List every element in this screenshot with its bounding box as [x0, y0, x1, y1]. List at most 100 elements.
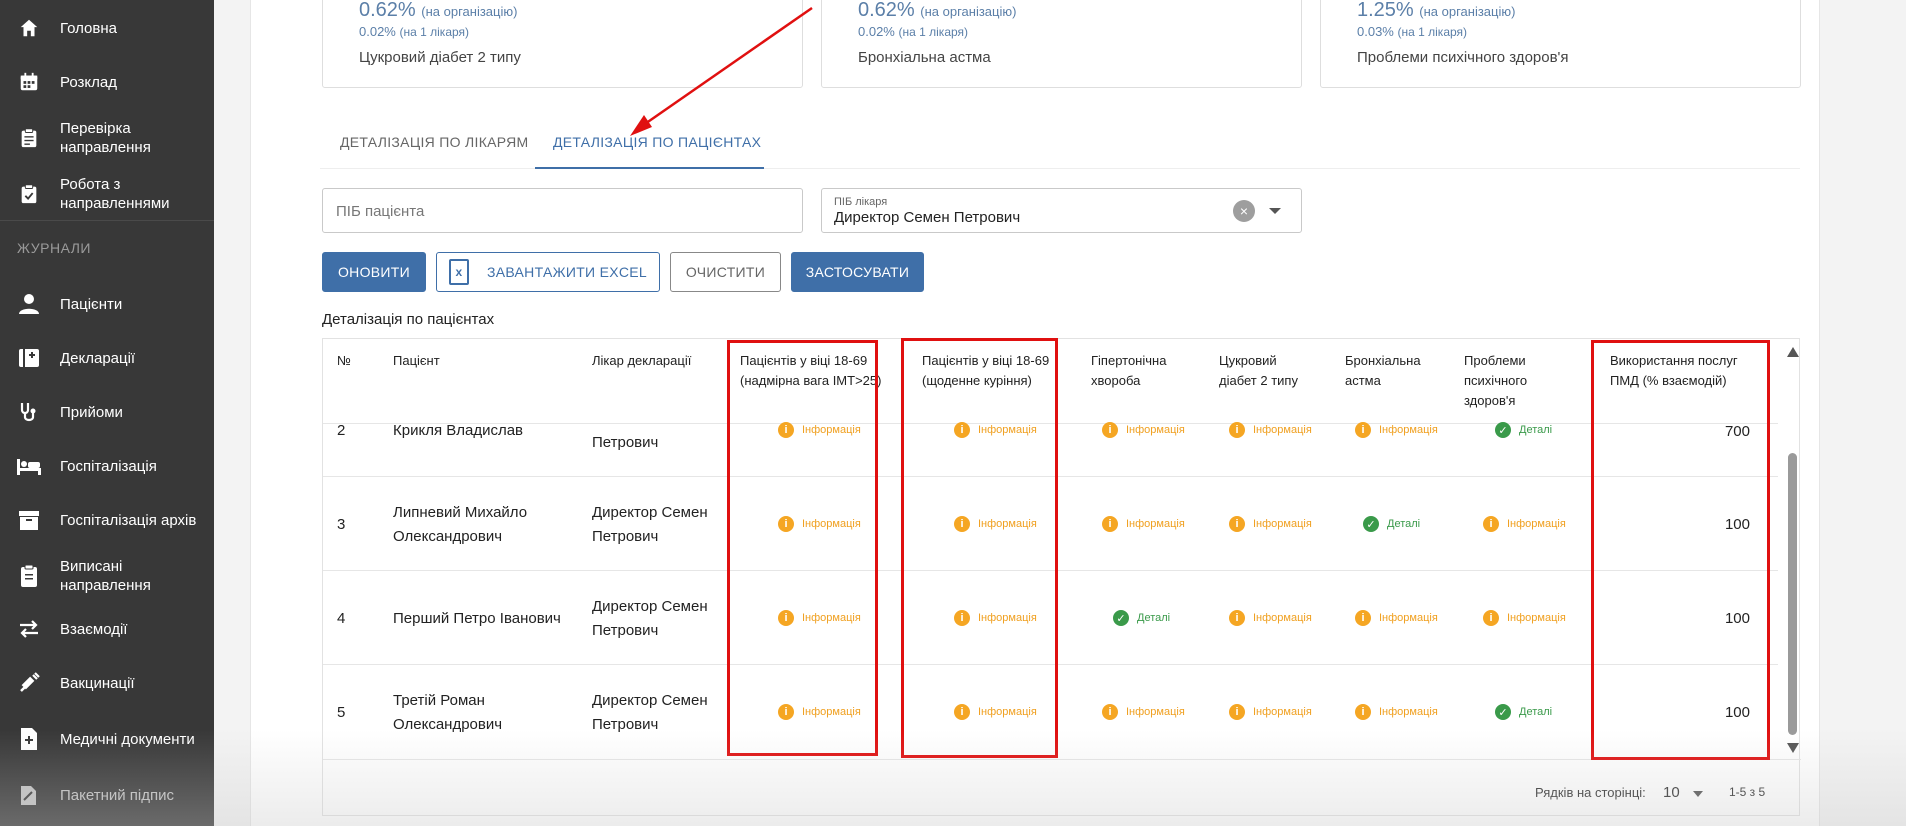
info-badge[interactable]: i Інформація — [1355, 422, 1438, 438]
info-icon: i — [1102, 704, 1118, 720]
badge-label: Інформація — [1507, 612, 1566, 624]
calendar-icon — [16, 69, 42, 95]
badge-label: Деталі — [1519, 424, 1553, 436]
refresh-button[interactable]: ОНОВИТИ — [322, 252, 426, 292]
scroll-up-icon[interactable] — [1787, 347, 1799, 357]
sidebar-item-label: Взаємодії — [60, 620, 128, 638]
info-badge[interactable]: i Інформація — [1229, 610, 1312, 626]
scroll-thumb[interactable] — [1788, 453, 1797, 735]
tab-patients-detail[interactable]: ДЕТАЛІЗАЦІЯ ПО ПАЦІЄНТАХ — [553, 134, 761, 150]
stat-sub-note: (на 1 лікаря) — [898, 25, 969, 39]
sidebar-item-label: Декларації — [60, 349, 136, 367]
home-icon — [16, 15, 42, 41]
stat-card-diabetes: 0.62% (на організацію) 0.02% (на 1 лікар… — [322, 0, 803, 88]
header-hypertension: Гіпертонічна хвороба — [1091, 353, 1167, 388]
highlight-overweight-column — [727, 340, 878, 756]
sidebar-item-label: Прийоми — [60, 403, 123, 421]
stat-card-asthma: 0.62% (на організацію) 0.02% (на 1 лікар… — [821, 0, 1302, 88]
sidebar-item-vaccinations[interactable]: Вакцинації — [0, 671, 214, 695]
patient-name-input[interactable]: ПІБ пацієнта — [322, 188, 803, 233]
highlight-smoking-column — [901, 338, 1058, 758]
sidebar-item-batch-signature[interactable]: Пакетний підпис — [0, 783, 214, 807]
info-badge[interactable]: i Інформація — [1102, 704, 1185, 720]
check-icon: ✓ — [1495, 704, 1511, 720]
details-badge[interactable]: ✓ Деталі — [1363, 516, 1420, 532]
details-badge[interactable]: ✓ Деталі — [1113, 610, 1170, 626]
clear-icon[interactable]: × — [1233, 200, 1255, 222]
info-badge[interactable]: i Інформація — [1355, 704, 1438, 720]
sidebar-item-label: Госпіталізація архів — [60, 511, 197, 529]
section-title: Деталізація по пацієнтах — [322, 311, 495, 328]
table-footer-divider — [323, 759, 1801, 760]
archive-icon — [16, 507, 42, 533]
stat-percent: 0.62% — [359, 0, 416, 21]
info-icon: i — [1355, 610, 1371, 626]
sidebar-item-label: Вакцинації — [60, 674, 135, 692]
sidebar-item-label: Виписані направлення — [60, 558, 151, 594]
download-excel-button[interactable]: x ЗАВАНТАЖИТИ EXCEL — [436, 252, 660, 292]
sidebar-item-hospitalization[interactable]: Госпіталізація — [0, 454, 214, 478]
sidebar-divider — [0, 220, 214, 221]
badge-label: Інформація — [1126, 424, 1185, 436]
badge-label: Деталі — [1387, 518, 1421, 530]
info-icon: i — [1102, 422, 1118, 438]
check-icon: ✓ — [1363, 516, 1379, 532]
sidebar-item-patients[interactable]: Пацієнти — [0, 292, 214, 316]
tab-doctors-detail[interactable]: ДЕТАЛІЗАЦІЯ ПО ЛІКАРЯМ — [340, 134, 528, 150]
sidebar-item-referral-check[interactable]: Перевірка направлення — [0, 118, 214, 158]
details-badge[interactable]: ✓ Деталі — [1495, 704, 1552, 720]
table-scrollbar[interactable] — [1783, 339, 1801, 759]
medical-plus-icon — [16, 345, 42, 371]
stat-percent: 1.25% — [1357, 0, 1414, 21]
sidebar-item-schedule[interactable]: Розклад — [0, 70, 214, 94]
excel-file-icon: x — [448, 259, 469, 285]
sidebar-item-referrals-work[interactable]: Робота з направленнями — [0, 174, 214, 214]
info-icon: i — [1483, 610, 1499, 626]
info-badge[interactable]: i Інформація — [1483, 516, 1566, 532]
info-badge[interactable]: i Інформація — [1102, 422, 1185, 438]
badge-label: Інформація — [1379, 612, 1438, 624]
stat-name: Бронхіальна астма — [858, 49, 991, 66]
stat-sub: 0.02% — [359, 24, 396, 39]
check-icon: ✓ — [1495, 422, 1511, 438]
details-badge[interactable]: ✓ Деталі — [1495, 422, 1552, 438]
header-diabetes: Цукровий діабет 2 типу — [1219, 353, 1298, 388]
badge-label: Інформація — [1126, 518, 1185, 530]
clear-button[interactable]: ОЧИСТИТИ — [670, 252, 781, 292]
info-badge[interactable]: i Інформація — [1229, 704, 1312, 720]
sidebar-item-interactions[interactable]: Взаємодії — [0, 617, 214, 641]
info-badge[interactable]: i Інформація — [1483, 610, 1566, 626]
cell-num: 4 — [337, 610, 346, 627]
sidebar-item-medical-documents[interactable]: Медичні документи — [0, 719, 214, 759]
sidebar-item-home[interactable]: Головна — [0, 16, 214, 40]
sidebar-item-declarations[interactable]: Декларації — [0, 346, 214, 370]
apply-button-label: ЗАСТОСУВАТИ — [805, 264, 910, 280]
sidebar-item-label: Пацієнти — [60, 295, 123, 313]
info-badge[interactable]: i Інформація — [1102, 516, 1185, 532]
signature-icon — [16, 782, 42, 808]
doctor-select-label: ПІБ лікаря — [834, 196, 888, 208]
stat-percent-note: (на організацію) — [920, 4, 1017, 19]
cell-num: 5 — [337, 704, 346, 721]
cell-num: 3 — [337, 516, 346, 533]
stat-percent-note: (на організацію) — [1419, 4, 1516, 19]
patient-name-placeholder: ПІБ пацієнта — [336, 203, 425, 220]
rows-per-page-select[interactable]: 10 — [1663, 784, 1680, 801]
chevron-down-icon[interactable] — [1269, 208, 1281, 214]
header-patient: Пацієнт — [393, 353, 440, 368]
info-badge[interactable]: i Інформація — [1229, 422, 1312, 438]
info-badge[interactable]: i Інформація — [1355, 610, 1438, 626]
apply-button[interactable]: ЗАСТОСУВАТИ — [791, 252, 924, 292]
info-badge[interactable]: i Інформація — [1229, 516, 1312, 532]
cell-doctor: Директор Семен Петрович — [592, 692, 708, 733]
stat-sub: 0.03% — [1357, 24, 1394, 39]
doctor-select[interactable]: ПІБ лікаря Директор Семен Петрович × — [821, 188, 1302, 233]
info-icon: i — [1229, 422, 1245, 438]
scroll-down-icon[interactable] — [1787, 743, 1799, 753]
exchange-icon — [16, 616, 42, 642]
sidebar-item-appointments[interactable]: Прийоми — [0, 400, 214, 424]
chevron-down-icon[interactable] — [1693, 791, 1703, 797]
sidebar-item-issued-referrals[interactable]: Виписані направлення — [0, 556, 214, 596]
clipboard-check-icon — [16, 181, 42, 207]
sidebar-item-hospitalization-archive[interactable]: Госпіталізація архів — [0, 508, 214, 532]
